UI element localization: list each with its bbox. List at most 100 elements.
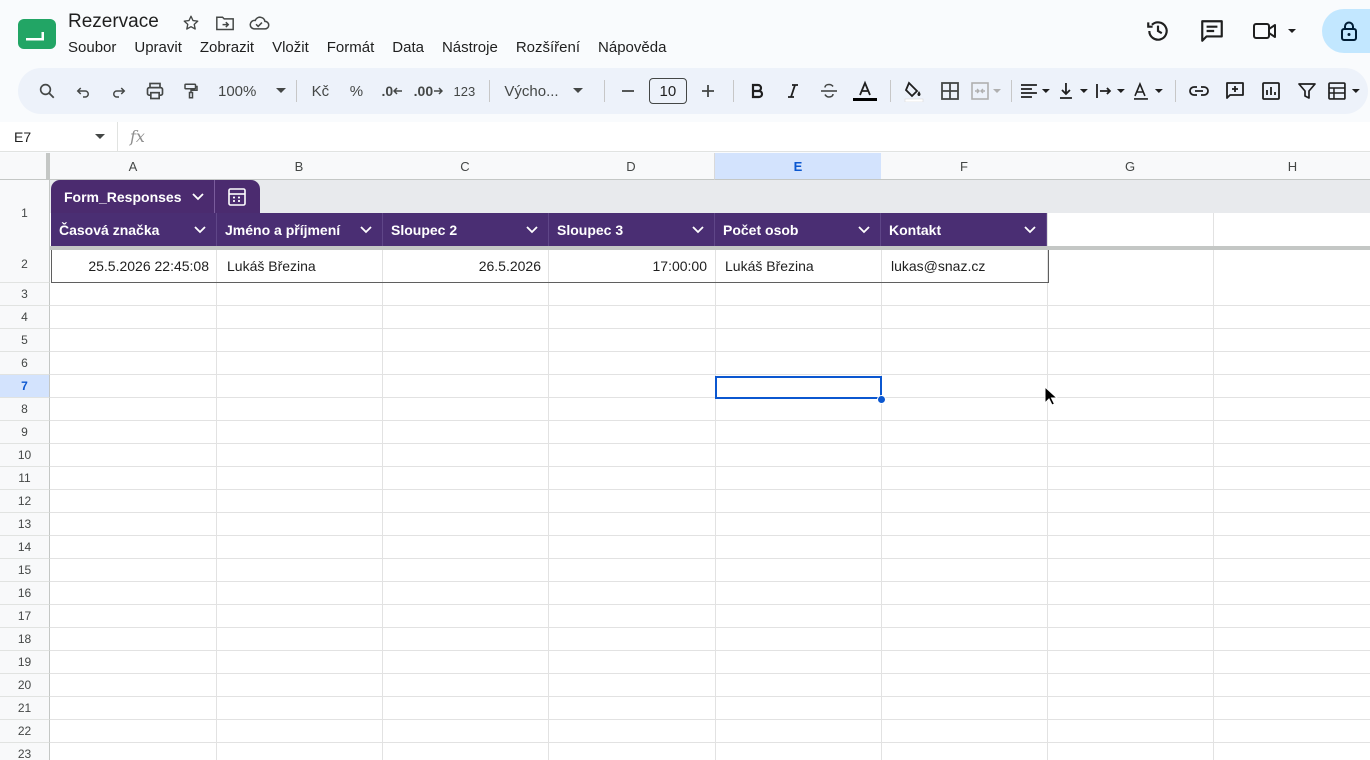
column-header-g[interactable]: G: [1047, 153, 1214, 180]
chevron-down-icon[interactable]: [692, 225, 704, 234]
table-name-tab[interactable]: Form_Responses: [51, 180, 260, 213]
menu-file[interactable]: Soubor: [68, 38, 116, 58]
row-header-18[interactable]: 18: [0, 628, 50, 651]
font-size-input[interactable]: 10: [648, 78, 687, 104]
table-column-header[interactable]: Počet osob: [715, 213, 881, 246]
redo-icon[interactable]: [104, 76, 134, 106]
merge-cells-icon[interactable]: [970, 76, 1001, 106]
row-header-1[interactable]: 1: [0, 180, 50, 246]
chevron-down-icon[interactable]: [858, 225, 870, 234]
menu-format[interactable]: Formát: [327, 38, 375, 58]
table-column-header[interactable]: Sloupec 3: [549, 213, 715, 246]
selected-cell-e7[interactable]: [715, 376, 882, 399]
row-header-10[interactable]: 10: [0, 444, 50, 467]
column-header-f[interactable]: F: [881, 153, 1048, 180]
undo-icon[interactable]: [68, 76, 98, 106]
borders-icon[interactable]: [935, 76, 965, 106]
decrease-font-size-icon[interactable]: [613, 76, 643, 106]
paint-format-icon[interactable]: [176, 76, 206, 106]
row-header-3[interactable]: 3: [0, 283, 50, 306]
increase-decimal-button[interactable]: .00: [413, 76, 444, 106]
search-menus-icon[interactable]: [32, 76, 62, 106]
table-cell[interactable]: 25.5.2026 22:45:08: [52, 250, 218, 282]
column-header-h[interactable]: H: [1213, 153, 1370, 180]
select-all-corner[interactable]: [0, 153, 50, 180]
row-header-17[interactable]: 17: [0, 605, 50, 628]
text-wrapping-icon[interactable]: [1095, 76, 1127, 106]
table-column-header[interactable]: Sloupec 2: [383, 213, 549, 246]
percent-format-button[interactable]: %: [341, 76, 371, 106]
insert-comment-icon[interactable]: [1220, 76, 1250, 106]
document-title[interactable]: Rezervace: [68, 11, 159, 33]
italic-icon[interactable]: [778, 76, 808, 106]
zoom-select[interactable]: 100%: [218, 83, 287, 100]
row-header-7[interactable]: 7: [0, 375, 50, 398]
menu-extensions[interactable]: Rozšíření: [516, 38, 580, 58]
fill-handle[interactable]: [877, 395, 886, 404]
row-header-12[interactable]: 12: [0, 490, 50, 513]
name-box[interactable]: E7: [0, 121, 118, 152]
menu-help[interactable]: Nápověda: [598, 38, 666, 58]
currency-format-button[interactable]: Kč: [305, 76, 335, 106]
more-formats-button[interactable]: 123: [449, 76, 479, 106]
menu-edit[interactable]: Upravit: [134, 38, 182, 58]
chevron-down-icon[interactable]: [1024, 225, 1036, 234]
column-header-e[interactable]: E: [715, 153, 882, 180]
row-header-16[interactable]: 16: [0, 582, 50, 605]
filter-icon[interactable]: [1292, 76, 1322, 106]
vertical-align-icon[interactable]: [1058, 76, 1090, 106]
chevron-down-icon[interactable]: [526, 225, 538, 234]
table-name-dropdown[interactable]: Form_Responses: [51, 180, 215, 213]
row-header-15[interactable]: 15: [0, 559, 50, 582]
insert-link-icon[interactable]: [1184, 76, 1214, 106]
chevron-down-icon[interactable]: [194, 225, 206, 234]
row-header-9[interactable]: 9: [0, 421, 50, 444]
row-header-11[interactable]: 11: [0, 467, 50, 490]
strikethrough-icon[interactable]: [814, 76, 844, 106]
table-cell[interactable]: Lukáš Březina: [218, 250, 384, 282]
bold-icon[interactable]: [742, 76, 772, 106]
star-icon[interactable]: [180, 12, 202, 34]
table-column-header[interactable]: Časová značka: [51, 213, 217, 246]
row-header-6[interactable]: 6: [0, 352, 50, 375]
spreadsheet-grid[interactable]: ABCDEFGH 1 2 3 4 5 6 7 8 9 10 11 12 13 14 15 16 17 18 19 20…: [0, 153, 1370, 760]
column-header-a[interactable]: A: [50, 153, 217, 180]
row-header-13[interactable]: 13: [0, 513, 50, 536]
menu-insert[interactable]: Vložit: [272, 38, 309, 58]
row-header-20[interactable]: 20: [0, 674, 50, 697]
meet-button[interactable]: [1252, 20, 1298, 42]
menu-data[interactable]: Data: [392, 38, 424, 58]
row-header-23[interactable]: 23: [0, 743, 50, 760]
version-history-icon[interactable]: [1144, 17, 1172, 45]
formula-input[interactable]: [145, 122, 1370, 152]
comments-icon[interactable]: [1198, 17, 1226, 45]
table-cell[interactable]: 26.5.2026: [384, 250, 550, 282]
decrease-decimal-button[interactable]: .0: [377, 76, 407, 106]
row-header-19[interactable]: 19: [0, 651, 50, 674]
table-cell[interactable]: lukas@snaz.cz: [882, 250, 1048, 282]
table-options-icon[interactable]: [1328, 76, 1362, 106]
row-header-8[interactable]: 8: [0, 398, 50, 421]
text-rotation-icon[interactable]: [1133, 76, 1165, 106]
calculator-icon[interactable]: [215, 180, 259, 213]
horizontal-align-icon[interactable]: [1020, 76, 1052, 106]
insert-chart-icon[interactable]: [1256, 76, 1286, 106]
row-header-4[interactable]: 4: [0, 306, 50, 329]
column-header-c[interactable]: C: [382, 153, 549, 180]
print-icon[interactable]: [140, 76, 170, 106]
table-column-header[interactable]: Jméno a příjmení: [217, 213, 383, 246]
increase-font-size-icon[interactable]: [693, 76, 723, 106]
menu-view[interactable]: Zobrazit: [200, 38, 254, 58]
fill-color-icon[interactable]: [899, 76, 929, 106]
sheets-logo-icon[interactable]: [18, 19, 56, 49]
row-header-22[interactable]: 22: [0, 720, 50, 743]
table-column-header[interactable]: Kontakt: [881, 213, 1047, 246]
column-header-d[interactable]: D: [548, 153, 715, 180]
row-header-21[interactable]: 21: [0, 697, 50, 720]
table-cell[interactable]: Lukáš Březina: [716, 250, 882, 282]
row-header-14[interactable]: 14: [0, 536, 50, 559]
chevron-down-icon[interactable]: [360, 225, 372, 234]
column-header-b[interactable]: B: [216, 153, 383, 180]
cloud-saved-icon[interactable]: [248, 12, 270, 34]
move-to-folder-icon[interactable]: [214, 12, 236, 34]
